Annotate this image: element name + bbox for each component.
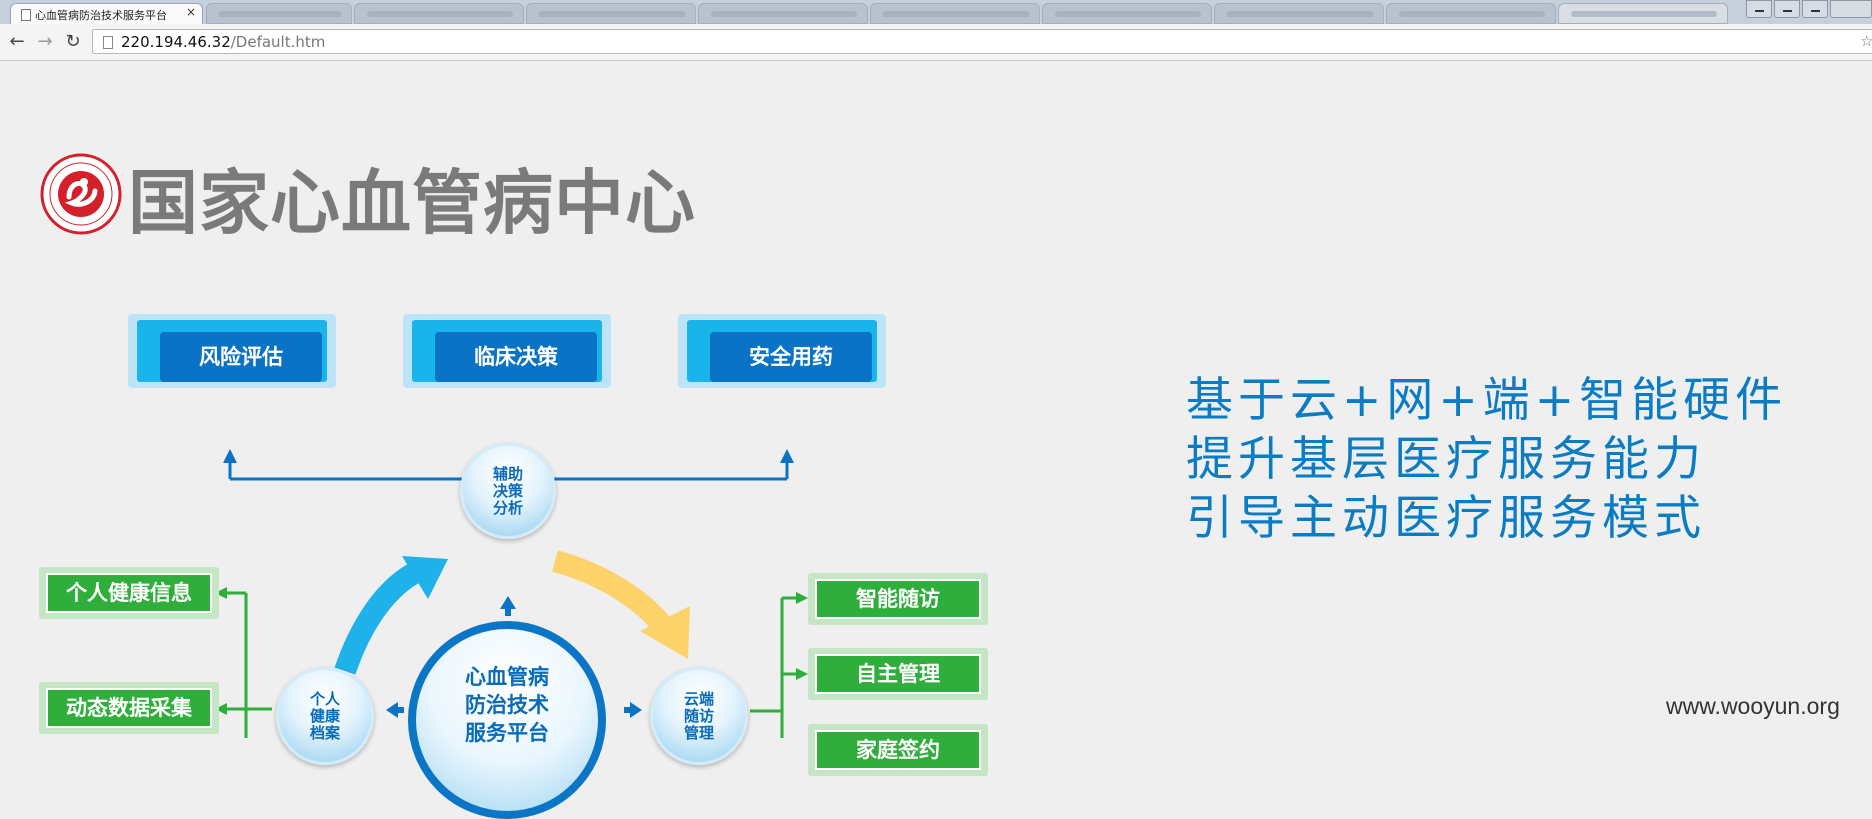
- page-content: 国家心血管病中心 风险评估 临床决策 安全用药 辅助 决策 分析 个人 健康 档…: [0, 61, 1872, 819]
- bookmark-star-icon[interactable]: ☆: [1860, 32, 1872, 50]
- forward-arrow-icon[interactable]: →: [34, 31, 56, 53]
- background-tab[interactable]: [206, 3, 352, 24]
- user-icon[interactable]: [1746, 0, 1772, 18]
- smart-followup-label: 智能随访: [815, 579, 981, 619]
- back-arrow-icon[interactable]: ←: [6, 31, 28, 53]
- slogan-line-2: 提升基层医疗服务能力: [1186, 432, 1706, 487]
- address-bar[interactable]: 220.194.46.32/Default.htm: [92, 29, 1872, 54]
- data-collection-label: 动态数据采集: [46, 688, 212, 728]
- smart-followup-button[interactable]: 智能随访: [808, 573, 988, 625]
- slogan: 基于云+网+端+智能硬件 提升基层医疗服务能力 引导主动医疗服务模式: [1186, 371, 1787, 548]
- platform-center-label: 心血管病 防治技术 服务平台: [465, 665, 549, 745]
- minimize-button[interactable]: [1774, 0, 1800, 18]
- background-tab[interactable]: [1042, 3, 1212, 24]
- risk-assessment-label: 风险评估: [160, 332, 322, 382]
- background-tab[interactable]: [870, 3, 1040, 24]
- tab-title: 心血管病防治技术服务平台: [35, 9, 167, 22]
- active-tab[interactable]: 心血管病防治技术服务平台 ×: [10, 3, 203, 24]
- self-management-button[interactable]: 自主管理: [808, 648, 988, 700]
- url-text: 220.194.46.32/Default.htm: [121, 33, 326, 51]
- browser-toolbar: ← → ↻ 220.194.46.32/Default.htm ☆: [0, 24, 1872, 61]
- slogan-line-1: 基于云+网+端+智能硬件: [1186, 373, 1788, 428]
- browser-tab-strip: 心血管病防治技术服务平台 ×: [0, 0, 1872, 24]
- safe-medication-button[interactable]: 安全用药: [678, 314, 886, 388]
- background-tab[interactable]: [1558, 3, 1728, 24]
- maximize-button[interactable]: [1802, 0, 1828, 18]
- watermark: www.wooyun.org: [1666, 693, 1840, 719]
- background-tab[interactable]: [698, 3, 868, 24]
- clinical-decision-button[interactable]: 临床决策: [403, 314, 611, 388]
- personal-health-info-label: 个人健康信息: [46, 573, 212, 613]
- data-collection-button[interactable]: 动态数据采集: [39, 682, 219, 734]
- risk-assessment-button[interactable]: 风险评估: [128, 314, 336, 388]
- family-contract-button[interactable]: 家庭签约: [808, 724, 988, 776]
- family-contract-label: 家庭签约: [815, 730, 981, 770]
- background-tab[interactable]: [1386, 3, 1556, 24]
- page-icon: [103, 36, 113, 49]
- background-tab[interactable]: [354, 3, 524, 24]
- close-tab-icon[interactable]: ×: [186, 5, 196, 19]
- close-window-button[interactable]: [1830, 0, 1872, 18]
- safe-medication-label: 安全用药: [710, 332, 872, 382]
- clinical-decision-label: 临床决策: [435, 332, 597, 382]
- background-tab[interactable]: [526, 3, 696, 24]
- platform-center-node[interactable]: 心血管病 防治技术 服务平台: [408, 621, 606, 819]
- self-management-label: 自主管理: [815, 654, 981, 694]
- reload-icon[interactable]: ↻: [62, 31, 84, 53]
- health-record-node[interactable]: 个人 健康 档案: [276, 667, 374, 765]
- page-icon: [21, 9, 31, 21]
- personal-health-info-button[interactable]: 个人健康信息: [39, 567, 219, 619]
- background-tab[interactable]: [1214, 3, 1384, 24]
- window-controls: [1744, 0, 1872, 20]
- cloud-followup-node[interactable]: 云端 随访 管理: [650, 667, 748, 765]
- decision-support-node[interactable]: 辅助 决策 分析: [460, 443, 556, 539]
- slogan-line-3: 引导主动医疗服务模式: [1186, 491, 1706, 546]
